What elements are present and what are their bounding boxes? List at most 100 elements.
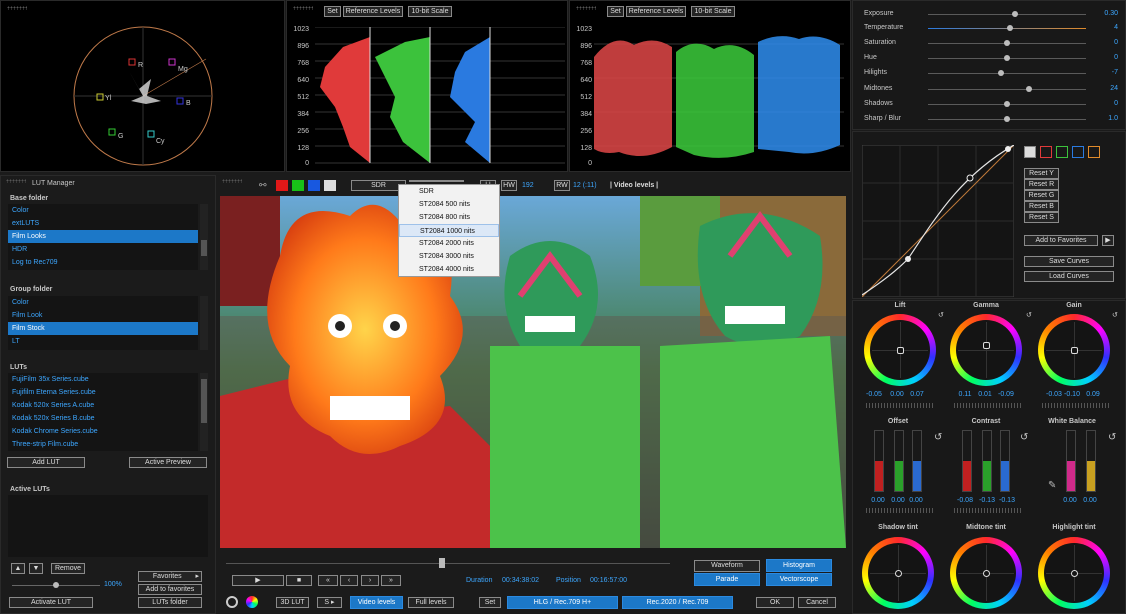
- nits-dropdown[interactable]: SDR ST2084 500 nits ST2084 800 nits ST2084 …: [398, 184, 500, 277]
- slider-knob[interactable]: [1007, 25, 1014, 31]
- reference-levels-button[interactable]: Reference Levels: [626, 6, 686, 17]
- lut-file-item[interactable]: Kodak 520x Series B.cube: [8, 412, 198, 425]
- nits-select[interactable]: [409, 180, 464, 182]
- slider-knob[interactable]: [1004, 55, 1010, 61]
- play-icon[interactable]: ▶: [232, 575, 284, 586]
- dropdown-option[interactable]: ST2084 800 nits: [399, 211, 499, 224]
- ten-bit-scale-button[interactable]: 10-bit Scale: [691, 6, 735, 17]
- reset-white-balance-icon[interactable]: ↺: [1108, 432, 1116, 443]
- offset-red-bar[interactable]: [874, 430, 884, 492]
- fast-forward-icon[interactable]: »: [381, 575, 401, 586]
- group-folder-item[interactable]: Film Look: [8, 309, 198, 322]
- rewind-icon[interactable]: «: [318, 575, 338, 586]
- dropdown-option[interactable]: ST2084 4000 nits: [399, 263, 499, 276]
- channel-luma-toggle[interactable]: [324, 180, 336, 191]
- gain-wheel[interactable]: [1038, 314, 1110, 386]
- curve-channel-r[interactable]: [1040, 146, 1052, 158]
- luts-folder-button[interactable]: LUTs folder: [138, 597, 202, 608]
- drag-grip-icon[interactable]: [576, 6, 596, 10]
- white-balance-tint-bar[interactable]: [1066, 430, 1076, 492]
- set-button[interactable]: Set: [479, 597, 501, 608]
- slider-knob[interactable]: [1004, 101, 1010, 107]
- slider-knob[interactable]: [1004, 40, 1010, 46]
- drag-grip-icon[interactable]: [293, 6, 313, 10]
- move-down-icon[interactable]: ▼: [29, 563, 43, 574]
- shadow-tint-wheel[interactable]: [862, 537, 934, 609]
- group-folder-item[interactable]: Color: [8, 296, 198, 309]
- activate-lut-button[interactable]: Activate LUT: [9, 597, 93, 608]
- channel-green-toggle[interactable]: [292, 180, 304, 191]
- adjust-slider[interactable]: [928, 89, 1086, 90]
- gain-master-slider[interactable]: [1042, 403, 1110, 408]
- contrast-master-slider[interactable]: [954, 508, 1022, 513]
- reference-levels-button[interactable]: Reference Levels: [343, 6, 403, 17]
- offset-green-bar[interactable]: [894, 430, 904, 492]
- reset-offset-icon[interactable]: ↺: [934, 432, 942, 443]
- gamma-master-slider[interactable]: [954, 403, 1022, 408]
- midtone-tint-wheel[interactable]: [950, 537, 1022, 609]
- drag-grip-icon[interactable]: [222, 179, 242, 183]
- scope-set-button[interactable]: Set: [324, 6, 341, 17]
- parade-button[interactable]: Parade: [694, 573, 760, 586]
- offset-blue-bar[interactable]: [912, 430, 922, 492]
- add-to-favorites-button[interactable]: Add to favorites: [138, 584, 202, 595]
- lift-wheel[interactable]: [864, 314, 936, 386]
- base-folder-item[interactable]: Color: [8, 204, 198, 217]
- lift-master-slider[interactable]: [866, 403, 934, 408]
- reset-contrast-icon[interactable]: ↺: [1020, 432, 1028, 443]
- gamma-wheel[interactable]: [950, 314, 1022, 386]
- reset-lift-icon[interactable]: ↺: [938, 311, 944, 319]
- 3d-lut-button[interactable]: 3D LUT: [276, 597, 309, 608]
- stop-icon[interactable]: ■: [286, 575, 312, 586]
- rw-button[interactable]: RW: [554, 180, 570, 191]
- favorites-button[interactable]: Favorites ▸: [138, 571, 202, 582]
- timeline-scrubber[interactable]: [226, 558, 670, 568]
- add-lut-button[interactable]: Add LUT: [7, 457, 85, 468]
- contrast-red-bar[interactable]: [962, 430, 972, 492]
- curves-graph[interactable]: [862, 145, 1014, 297]
- cancel-button[interactable]: Cancel: [798, 597, 836, 608]
- hlg-rec709-button[interactable]: HLG / Rec.709 H+: [507, 596, 618, 609]
- favorites-arrow-icon[interactable]: ▶: [1102, 235, 1114, 246]
- dropdown-option[interactable]: ST2084 500 nits: [399, 198, 499, 211]
- lut-file-item[interactable]: FujiFilm 35x Series.cube: [8, 373, 198, 386]
- group-folder-item[interactable]: Film Stock: [8, 322, 198, 335]
- slider-knob[interactable]: [1026, 86, 1033, 92]
- s-button[interactable]: S ▸: [317, 597, 342, 608]
- rec2020-rec709-button[interactable]: Rec.2020 / Rec.709: [622, 596, 733, 609]
- group-folder-item[interactable]: LT: [8, 335, 198, 348]
- video-frame[interactable]: [220, 196, 846, 548]
- base-folder-scrollbar[interactable]: [200, 204, 208, 270]
- remove-button[interactable]: Remove: [51, 563, 85, 574]
- load-curves-button[interactable]: Load Curves: [1024, 271, 1114, 282]
- eyedropper-icon[interactable]: ✎: [1048, 480, 1056, 491]
- channel-red-toggle[interactable]: [276, 180, 288, 191]
- reset-g-button[interactable]: Reset G: [1024, 190, 1059, 201]
- step-forward-icon[interactable]: ›: [361, 575, 379, 586]
- scope-set-button[interactable]: Set: [607, 6, 624, 17]
- reset-y-button[interactable]: Reset Y: [1024, 168, 1059, 179]
- slider-knob[interactable]: [1011, 11, 1018, 17]
- hw-button[interactable]: HW: [501, 180, 517, 191]
- save-curves-button[interactable]: Save Curves: [1024, 256, 1114, 267]
- dropdown-option[interactable]: ST2084 1000 nits: [399, 224, 499, 237]
- record-icon[interactable]: [226, 596, 238, 608]
- curve-channel-b[interactable]: [1072, 146, 1084, 158]
- curve-channel-g[interactable]: [1056, 146, 1068, 158]
- lut-file-item[interactable]: Kodak Chrome Series.cube: [8, 425, 198, 438]
- group-folder-scrollbar[interactable]: [200, 296, 208, 350]
- reset-s-button[interactable]: Reset S: [1024, 212, 1059, 223]
- add-to-favorites-button[interactable]: Add to Favorites: [1024, 235, 1098, 246]
- highlight-tint-wheel[interactable]: [1038, 537, 1110, 609]
- reset-b-button[interactable]: Reset B: [1024, 201, 1059, 212]
- lut-file-item[interactable]: Three-strip Film.cube: [8, 438, 198, 451]
- curve-channel-s[interactable]: [1088, 146, 1100, 158]
- lut-opacity-slider[interactable]: [12, 582, 100, 588]
- drag-grip-icon[interactable]: [6, 179, 26, 183]
- lut-file-item[interactable]: Kodak 520x Series A.cube: [8, 399, 198, 412]
- lut-file-item[interactable]: Fujifilm Eterna Series.cube: [8, 386, 198, 399]
- vectorscope-button[interactable]: Vectorscope: [766, 573, 832, 586]
- step-back-icon[interactable]: ‹: [340, 575, 358, 586]
- reset-gamma-icon[interactable]: ↺: [1026, 311, 1032, 319]
- adjust-slider[interactable]: [928, 73, 1086, 74]
